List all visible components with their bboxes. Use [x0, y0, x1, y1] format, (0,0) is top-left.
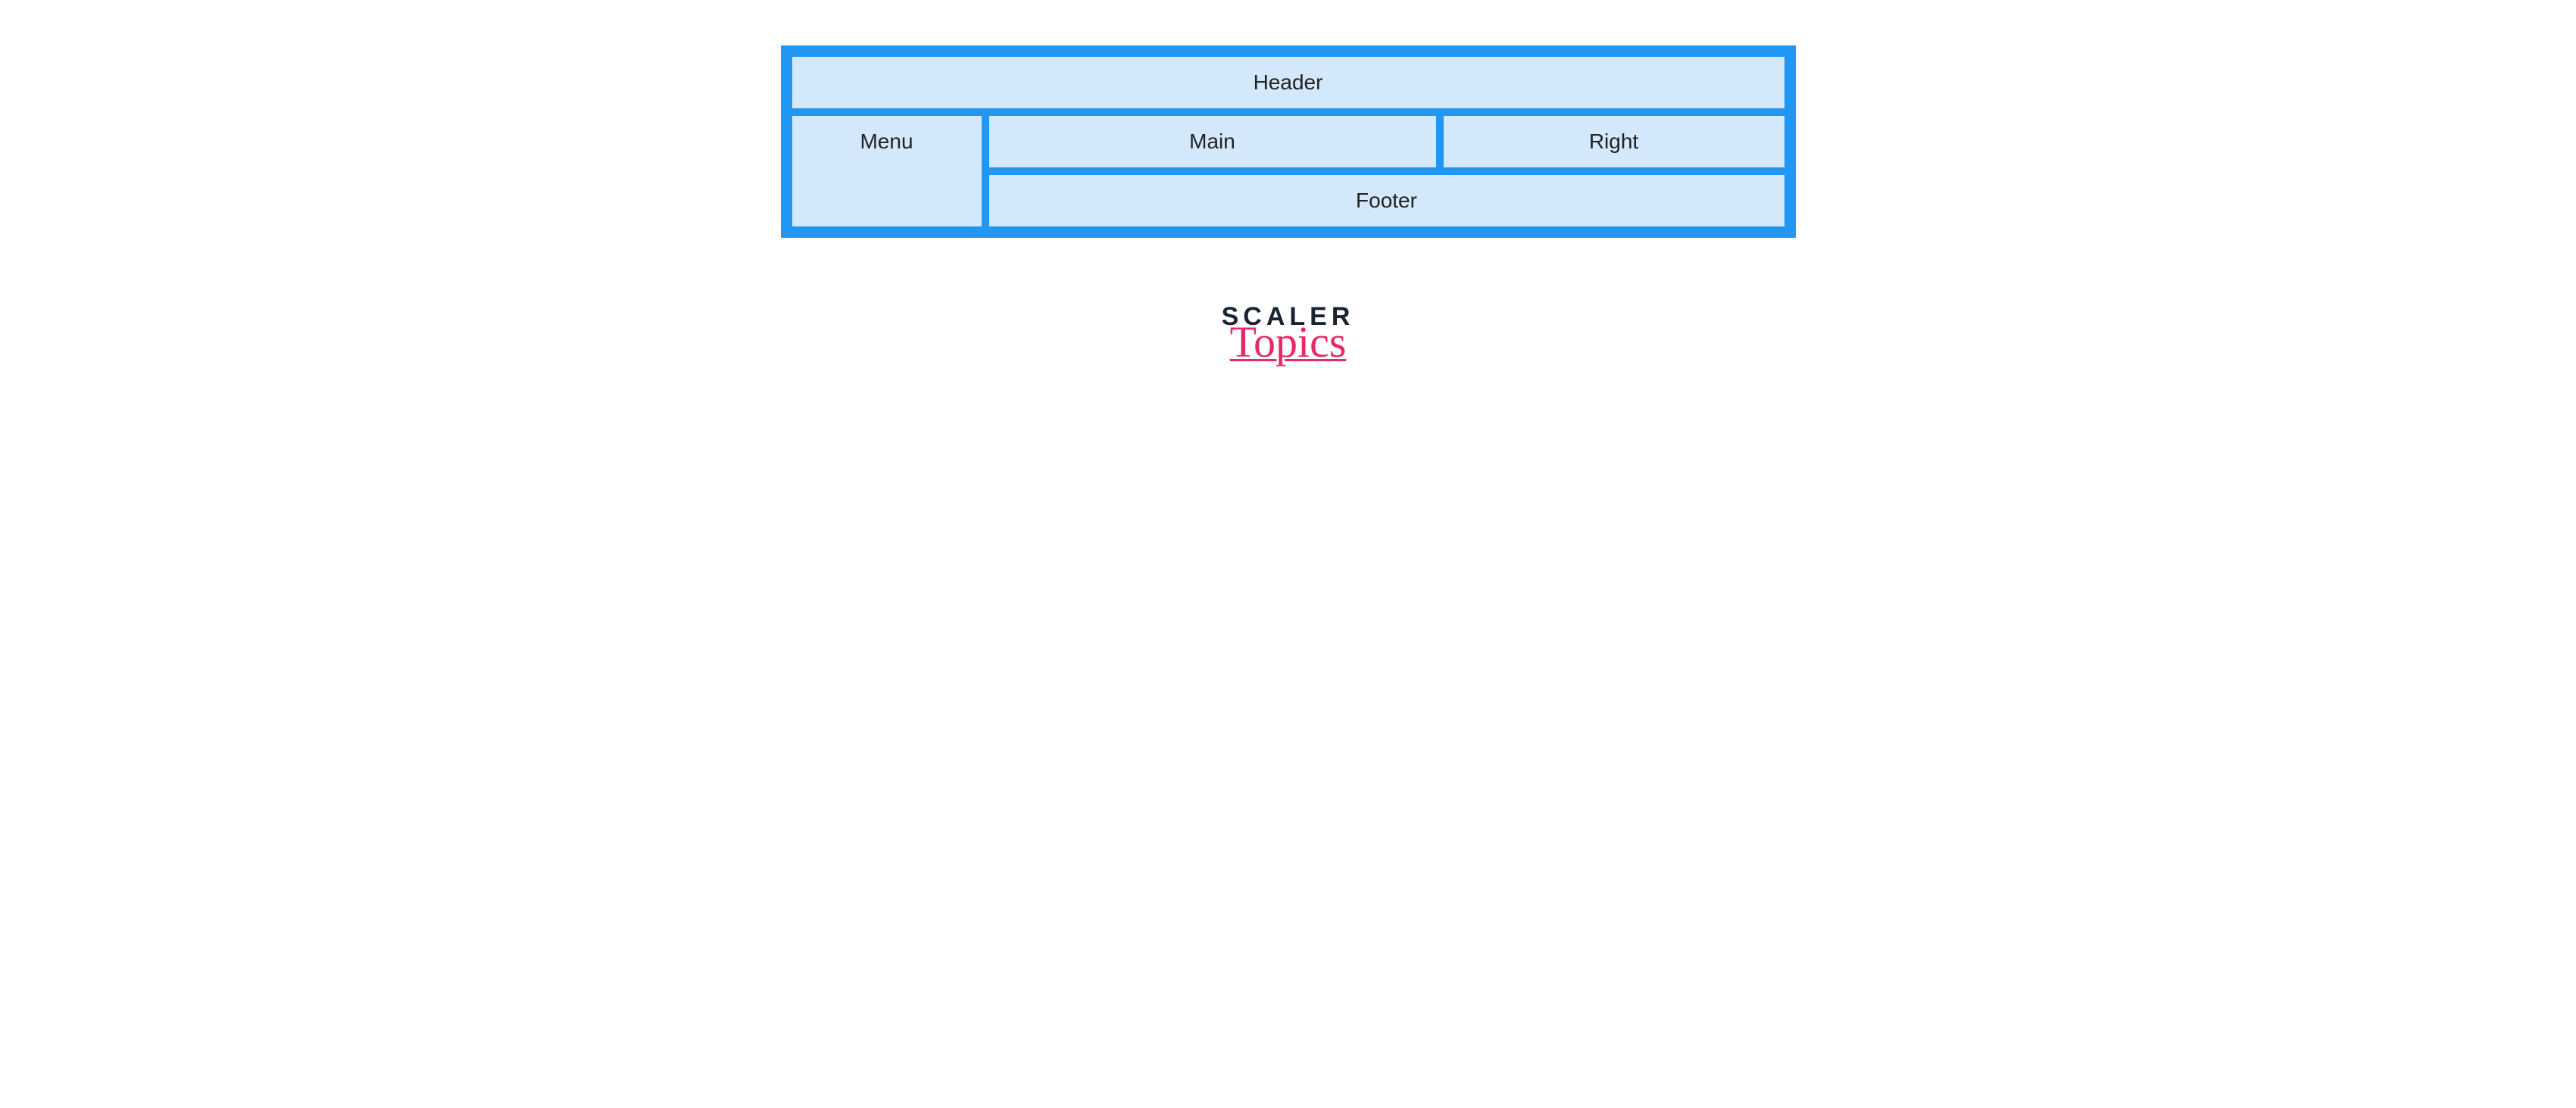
grid-main-cell: Main [985, 112, 1440, 171]
grid-layout-diagram: Header Menu Main Right Footer [781, 45, 1796, 238]
grid-header-cell: Header [788, 53, 1788, 112]
grid-right-label: Right [1589, 130, 1638, 154]
grid-menu-label: Menu [860, 130, 913, 154]
grid-right-cell: Right [1440, 112, 1788, 171]
scaler-topics-logo: SCALER Topics [1222, 302, 1355, 367]
grid-footer-label: Footer [1356, 189, 1417, 213]
logo-topics-text: Topics [1230, 317, 1347, 367]
grid-main-label: Main [1189, 130, 1235, 154]
grid-footer-cell: Footer [985, 171, 1788, 230]
grid-header-label: Header [1254, 70, 1323, 95]
grid-menu-cell: Menu [788, 112, 985, 230]
